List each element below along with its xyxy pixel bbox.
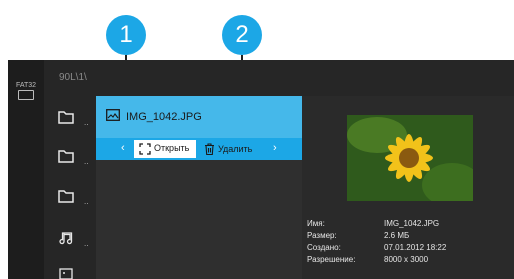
info-value: IMG_1042.JPG — [384, 219, 440, 228]
folder-icon — [58, 190, 74, 203]
list-item[interactable]: .. — [58, 189, 94, 207]
list-item[interactable]: .. — [58, 110, 94, 128]
list-item[interactable] — [58, 268, 94, 279]
current-path: 90L\1\ — [59, 72, 87, 83]
list-item-label: .. — [84, 157, 89, 166]
info-value: 2.6 МБ — [384, 231, 410, 240]
file-row-selected[interactable]: IMG_1042.JPG — [96, 96, 302, 138]
list-item[interactable]: .. — [58, 149, 94, 167]
info-value: 07.01.2012 18:22 — [384, 243, 447, 252]
file-type-list: .. .. .. .. — [44, 96, 96, 279]
chevron-right-icon[interactable]: › — [273, 142, 277, 154]
folder-icon — [58, 111, 74, 124]
fullscreen-icon — [139, 143, 151, 155]
file-name: IMG_1042.JPG — [126, 111, 202, 123]
usb-drive-icon[interactable]: FAT32 — [14, 82, 38, 104]
image-icon — [106, 109, 120, 121]
file-browser-screen: 90L\1\ FAT32 .. .. .. .. IMG_1042.JPG ‹ … — [8, 60, 514, 279]
delete-button-label: Удалить — [218, 144, 253, 154]
image-icon — [59, 268, 73, 279]
list-item-label: .. — [84, 118, 89, 127]
folder-icon — [58, 150, 74, 163]
info-row-name: Имя: IMG_1042.JPG — [307, 219, 507, 231]
info-row-resolution: Разрешение: 8000 x 3000 — [307, 255, 507, 267]
info-key: Разрешение: — [307, 255, 356, 264]
info-key: Создано: — [307, 243, 341, 252]
callout-2: 2 — [222, 15, 262, 55]
image-preview — [347, 115, 473, 201]
music-note-icon — [59, 232, 73, 245]
list-item[interactable]: .. — [58, 231, 94, 249]
info-key: Размер: — [307, 231, 337, 240]
file-list-panel: IMG_1042.JPG ‹ Открыть Удалить › — [96, 96, 302, 279]
open-button[interactable]: Открыть — [134, 140, 196, 158]
info-row-created: Создано: 07.01.2012 18:22 — [307, 243, 507, 255]
trash-icon — [205, 143, 214, 155]
drive-column: FAT32 — [8, 60, 44, 279]
file-info: Имя: IMG_1042.JPG Размер: 2.6 МБ Создано… — [307, 219, 507, 267]
list-item-label: .. — [84, 239, 89, 248]
open-button-label: Открыть — [154, 143, 190, 153]
delete-button[interactable]: Удалить — [200, 140, 262, 158]
info-key: Имя: — [307, 219, 325, 228]
info-row-size: Размер: 2.6 МБ — [307, 231, 507, 243]
chevron-left-icon[interactable]: ‹ — [121, 142, 125, 154]
callout-1: 1 — [106, 15, 146, 55]
drive-label: FAT32 — [15, 82, 37, 89]
info-value: 8000 x 3000 — [384, 255, 429, 264]
list-item-label: .. — [84, 197, 89, 206]
action-bar: ‹ Открыть Удалить › — [96, 138, 302, 160]
